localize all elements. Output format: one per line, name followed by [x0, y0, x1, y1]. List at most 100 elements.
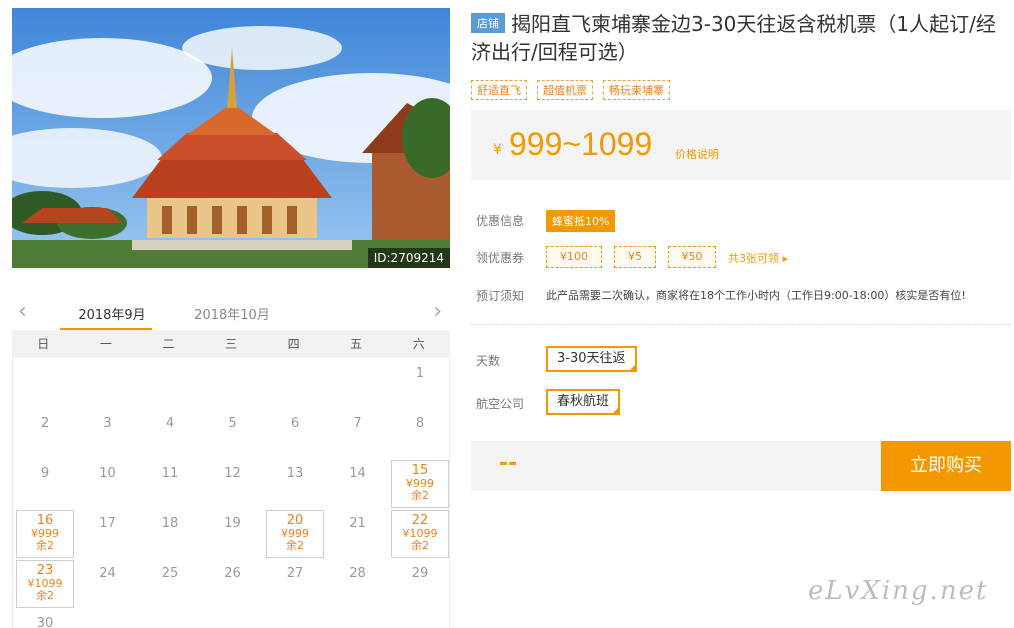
- calendar-day-available[interactable]: 20 ¥999 余2: [266, 510, 324, 558]
- calendar-month-nav: ‹ 2018年9月 2018年10月 ›: [12, 296, 450, 332]
- buy-now-button[interactable]: 立即购买: [881, 441, 1011, 491]
- calendar-day-number: 24: [99, 566, 116, 581]
- calendar-day: 6: [266, 410, 324, 458]
- calendar-day: 13: [266, 460, 324, 508]
- watermark-logo: eLvXing.net: [808, 576, 989, 606]
- calendar-weekday-header: 日 一 二 三 四 五 六: [12, 330, 450, 358]
- calendar-day-number: 13: [286, 466, 304, 481]
- price-range: 999~1099: [509, 126, 653, 162]
- product-tags: 舒适直飞 超值机票 畅玩柬埔寨: [471, 80, 670, 100]
- coupon-5[interactable]: ¥5: [614, 246, 656, 268]
- product-tag: 畅玩柬埔寨: [603, 80, 670, 100]
- total-price: --: [499, 451, 518, 476]
- product-photo[interactable]: ID:2709214: [12, 8, 450, 268]
- weekday-label: 日: [37, 337, 50, 351]
- prev-month-arrow-icon[interactable]: ‹: [18, 301, 27, 323]
- section-divider: [471, 324, 1011, 325]
- calendar-day: 1: [391, 360, 449, 408]
- price-currency: ¥: [493, 142, 502, 158]
- calendar-day-number: 23: [36, 563, 54, 578]
- calendar-day-number: 16: [36, 513, 54, 528]
- photo-id-label: ID:2709214: [367, 248, 450, 268]
- weekday-label: 五: [350, 337, 363, 351]
- calendar-day-number: 22: [411, 513, 429, 528]
- calendar-day-available[interactable]: 22 ¥1099 余2: [391, 510, 449, 558]
- calendar-day-available[interactable]: 16 ¥999 余2: [16, 510, 74, 558]
- calendar-day: 21: [329, 510, 387, 558]
- airline-option-selected[interactable]: 春秋航班: [546, 389, 621, 415]
- product-tag: 超值机票: [537, 80, 593, 100]
- calendar-day-remaining: 余2: [36, 589, 54, 602]
- calendar-day-available[interactable]: 15 ¥999 余2: [391, 460, 449, 508]
- calendar-day-number: 9: [40, 466, 50, 481]
- calendar-day: 11: [141, 460, 199, 508]
- calendar-day-number: 19: [224, 516, 241, 531]
- calendar-day-number: 11: [161, 466, 179, 481]
- tab-month-sep[interactable]: 2018年9月: [72, 304, 152, 323]
- temple-photo-illustration: [12, 8, 450, 268]
- calendar-day-number: 8: [415, 416, 425, 431]
- calendar-day: 30: [16, 610, 74, 628]
- calendar-day-number: 27: [286, 566, 304, 581]
- calendar-day-remaining: 余2: [411, 489, 429, 502]
- calendar-day-number: 7: [353, 416, 362, 431]
- product-tag: 舒适直飞: [471, 80, 527, 100]
- calendar-day: 28: [329, 560, 387, 608]
- calendar-day-number: 10: [99, 466, 116, 481]
- shop-badge[interactable]: 店铺: [471, 13, 505, 33]
- weekday-label: 三: [225, 337, 238, 351]
- price-box: ¥ 999~1099 价格说明: [471, 110, 1011, 180]
- next-month-arrow-icon[interactable]: ›: [433, 301, 442, 323]
- coupon-100[interactable]: ¥100: [546, 246, 602, 268]
- calendar-day: 18: [141, 510, 199, 558]
- calendar-day-number: 3: [103, 416, 112, 431]
- calendar-day-number: 12: [224, 466, 241, 481]
- days-option-selected[interactable]: 3-30天往返: [546, 346, 637, 372]
- promo-badge: 蜂蜜抵10%: [546, 210, 616, 232]
- days-label: 天数: [476, 354, 501, 368]
- product-title-row: 店铺 揭阳直飞柬埔寨金边3-30天往返含税机票（1人起订/经济出行/回程可选）: [471, 10, 1001, 66]
- calendar-day-number: 14: [349, 466, 366, 481]
- calendar-day: 7: [329, 410, 387, 458]
- weekday-label: 四: [287, 337, 300, 351]
- notice-text: 此产品需要二次确认，商家将在18个工作小时内（工作日9:00-18:00）核实是…: [546, 289, 966, 302]
- calendar-day-number: 20: [286, 513, 304, 528]
- calendar-day: 9: [16, 460, 74, 508]
- calendar-day-number: 5: [228, 416, 237, 431]
- calendar-day: 5: [204, 410, 262, 458]
- calendar-day: 3: [79, 410, 137, 458]
- calendar-day-number: 25: [161, 566, 179, 581]
- tab-month-oct[interactable]: 2018年10月: [190, 304, 274, 323]
- calendar-day-number: 1: [415, 366, 425, 381]
- weekday-label: 六: [412, 337, 425, 351]
- calendar-day-number: 28: [349, 566, 366, 581]
- calendar-day: 4: [141, 410, 199, 458]
- price-note-link[interactable]: 价格说明: [675, 146, 719, 162]
- calendar-day-number: 21: [349, 516, 366, 531]
- weekday-label: 二: [162, 337, 175, 351]
- calendar-grid: 1 2 3 4 5 6 7 8 9 10 11 12 13 14 15 ¥999 余2 16 ¥999 余2 17 18 1…: [12, 358, 450, 628]
- calendar-day: 24: [79, 560, 137, 608]
- calendar-day-number: 26: [224, 566, 241, 581]
- calendar-day-number: 15: [411, 463, 429, 478]
- coupon-more-link[interactable]: 共3张可领 ▸: [728, 250, 788, 266]
- calendar-day: 29: [391, 560, 449, 608]
- notice-label: 预订须知: [476, 289, 525, 303]
- calendar-day-available[interactable]: 23 ¥1099 余2: [16, 560, 74, 608]
- calendar-day-number: 17: [99, 516, 116, 531]
- calendar-day: 10: [79, 460, 137, 508]
- calendar-day-number: 4: [165, 416, 175, 431]
- calendar-day-number: 29: [411, 566, 429, 581]
- calendar-day-remaining: 余2: [286, 539, 304, 552]
- calendar-day-number: 30: [36, 616, 54, 628]
- calendar-day-number: 18: [161, 516, 179, 531]
- coupon-50[interactable]: ¥50: [668, 246, 716, 268]
- promo-label: 优惠信息: [476, 214, 525, 228]
- product-title: 揭阳直飞柬埔寨金边3-30天往返含税机票（1人起订/经济出行/回程可选）: [471, 12, 996, 64]
- calendar-day: 12: [204, 460, 262, 508]
- calendar-day-number: 6: [290, 416, 300, 431]
- calendar-day: 19: [204, 510, 262, 558]
- calendar-day: 17: [79, 510, 137, 558]
- calendar-day: 8: [391, 410, 449, 458]
- coupon-label: 领优惠券: [476, 251, 525, 265]
